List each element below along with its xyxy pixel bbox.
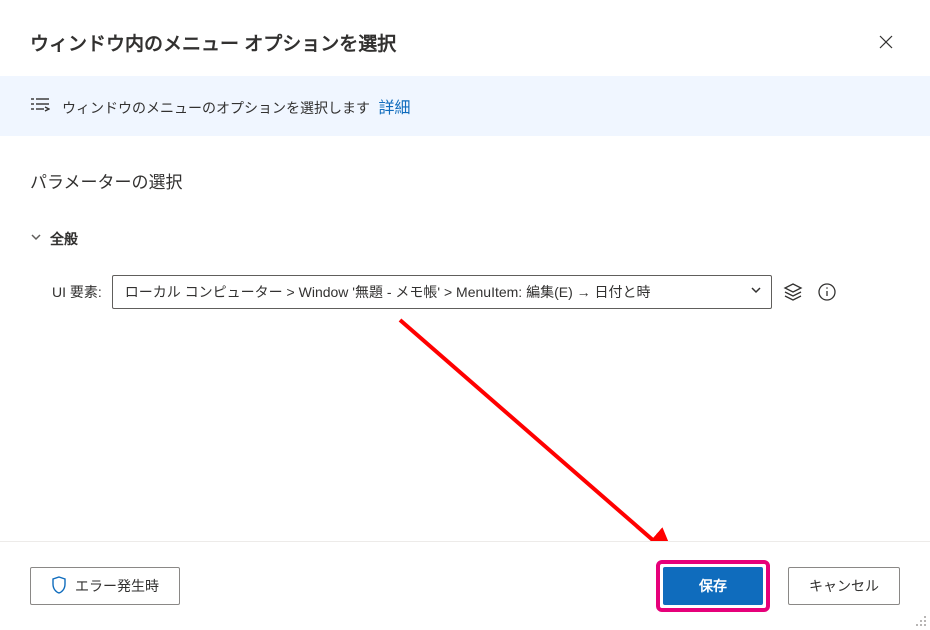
save-highlight: 保存 xyxy=(656,560,770,612)
info-text: ウィンドウのメニューのオプションを選択します xyxy=(62,100,370,116)
section-title: パラメーターの選択 xyxy=(30,168,900,193)
general-label: 全般 xyxy=(50,229,78,249)
info-icon xyxy=(817,282,837,302)
cancel-button[interactable]: キャンセル xyxy=(788,567,900,605)
ui-element-dropdown[interactable]: ローカル コンピューター > Window '無題 - メモ帳' > MenuI… xyxy=(112,275,772,309)
chevron-down-icon xyxy=(30,230,42,248)
general-collapse-toggle[interactable]: 全般 xyxy=(30,229,900,249)
info-button[interactable] xyxy=(816,281,838,303)
dialog-footer: エラー発生時 保存 キャンセル xyxy=(0,541,930,630)
steps-icon xyxy=(30,96,50,117)
content: パラメーターの選択 全般 UI 要素: ローカル コンピューター > Windo… xyxy=(0,136,930,309)
save-button[interactable]: 保存 xyxy=(663,567,763,605)
shield-icon xyxy=(51,576,67,597)
on-error-button[interactable]: エラー発生時 xyxy=(30,567,180,605)
arrow-annotation xyxy=(395,315,705,575)
dialog-header: ウィンドウ内のメニュー オプションを選択 xyxy=(0,0,930,76)
info-bar: ウィンドウのメニューのオプションを選択します 詳細 xyxy=(0,76,930,136)
dialog-title: ウィンドウ内のメニュー オプションを選択 xyxy=(30,29,396,56)
layers-button[interactable] xyxy=(782,281,804,303)
close-icon xyxy=(878,34,894,50)
on-error-label: エラー発生時 xyxy=(75,576,159,596)
ui-element-label: UI 要素: xyxy=(52,282,102,302)
details-link[interactable]: 詳細 xyxy=(378,100,410,117)
ui-element-value: ローカル コンピューター > Window '無題 - メモ帳' > MenuI… xyxy=(125,282,749,302)
info-text-container: ウィンドウのメニューのオプションを選択します 詳細 xyxy=(62,94,410,118)
layers-icon xyxy=(783,282,803,302)
ui-element-field-row: UI 要素: ローカル コンピューター > Window '無題 - メモ帳' … xyxy=(30,275,900,309)
chevron-down-icon xyxy=(749,283,763,302)
close-button[interactable] xyxy=(872,28,900,56)
footer-right: 保存 キャンセル xyxy=(656,560,900,612)
resize-grip-icon xyxy=(914,614,928,628)
